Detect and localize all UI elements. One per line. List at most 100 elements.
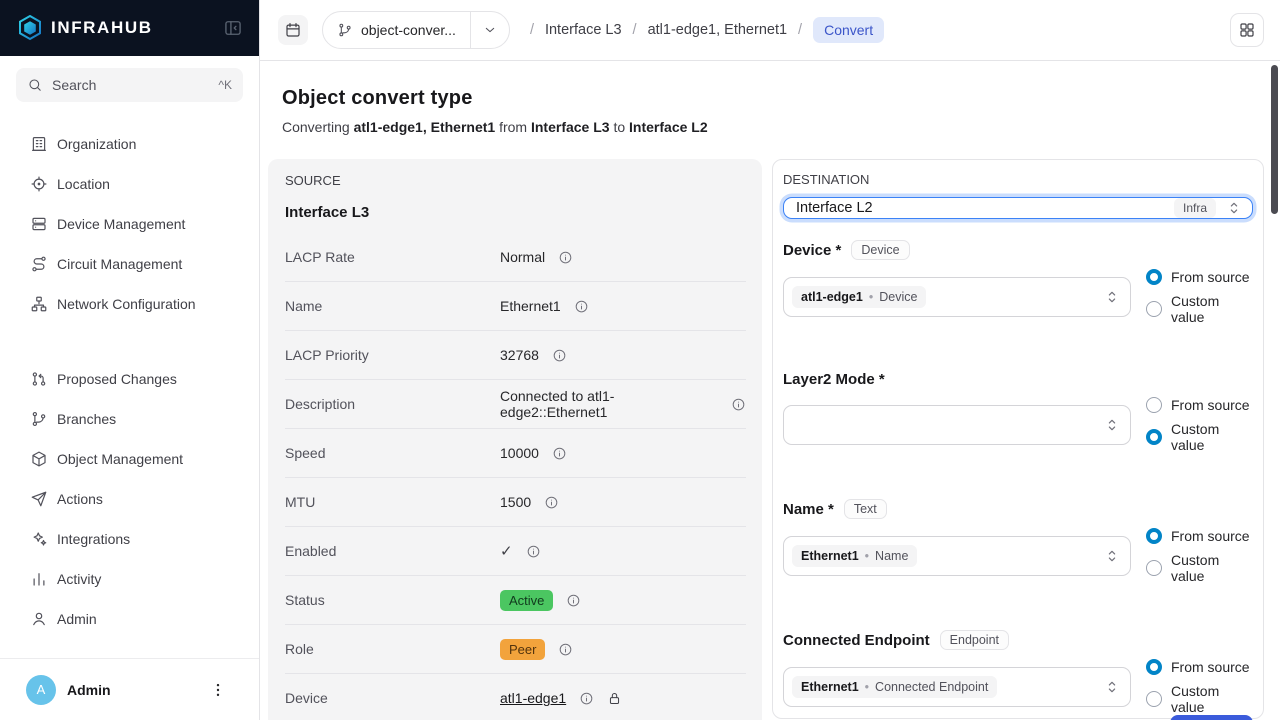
chevrons-up-down-icon <box>1103 288 1121 306</box>
sidebar-item-label: Circuit Management <box>57 256 182 272</box>
sidebar-item-device-management[interactable]: Device Management <box>0 204 259 244</box>
field-group-connected-endpoint: Connected Endpoint Endpoint Ethernet1 • … <box>783 630 1253 715</box>
convert-button[interactable]: Convert <box>1170 715 1253 720</box>
status-badge: Active <box>500 590 553 611</box>
row-label: Description <box>285 396 500 412</box>
sidebar-item-label: Branches <box>57 411 116 427</box>
sidebar-item-label: Object Management <box>57 451 183 467</box>
scrollbar[interactable] <box>1271 65 1278 214</box>
name-select[interactable]: Ethernet1 • Name <box>783 536 1131 576</box>
branch-dropdown-toggle[interactable] <box>471 22 509 38</box>
info-icon[interactable] <box>544 495 559 510</box>
panel-collapse-icon <box>223 18 243 38</box>
info-icon[interactable] <box>731 397 746 412</box>
breadcrumb-item-interface-l3[interactable]: Interface L3 <box>545 22 622 38</box>
source-row: Device atl1-edge1 <box>285 674 746 720</box>
sidebar-item-activity[interactable]: Activity <box>0 559 259 599</box>
collapse-sidebar-button[interactable] <box>223 18 243 38</box>
from-source-option[interactable]: From source <box>1146 659 1253 675</box>
custom-value-radio[interactable] <box>1146 560 1162 576</box>
info-icon[interactable] <box>566 593 581 608</box>
device-select[interactable]: atl1-edge1 • Device <box>783 277 1131 317</box>
source-row: Name Ethernet1 <box>285 282 746 331</box>
info-icon[interactable] <box>526 544 541 559</box>
chevrons-up-down-icon <box>1225 199 1243 217</box>
sidebar-item-actions[interactable]: Actions <box>0 479 259 519</box>
info-icon[interactable] <box>558 250 573 265</box>
chevrons-up-down-icon <box>1103 416 1121 434</box>
source-row: Role Peer <box>285 625 746 674</box>
breadcrumb-item-object[interactable]: atl1-edge1, Ethernet1 <box>648 22 787 38</box>
search-icon <box>27 77 43 93</box>
branch-selector[interactable]: object-conver... <box>322 11 510 49</box>
row-value: 32768 <box>500 347 539 363</box>
namespace-badge: Infra <box>1174 198 1216 218</box>
from-source-radio[interactable] <box>1146 269 1162 285</box>
custom-value-option[interactable]: Custom value <box>1146 293 1253 325</box>
info-icon[interactable] <box>552 348 567 363</box>
pull-request-icon <box>30 370 48 388</box>
field-label: Layer2 Mode * <box>783 371 885 388</box>
box-icon <box>30 450 48 468</box>
user-menu-button[interactable] <box>209 681 227 699</box>
sidebar-item-network-configuration[interactable]: Network Configuration <box>0 284 259 324</box>
sidebar-item-label: Actions <box>57 491 103 507</box>
from-source-radio[interactable] <box>1146 528 1162 544</box>
custom-value-option[interactable]: Custom value <box>1146 683 1253 715</box>
breadcrumb-separator: / <box>798 22 802 38</box>
from-source-option[interactable]: From source <box>1146 397 1253 413</box>
sidebar-item-admin[interactable]: Admin <box>0 599 259 639</box>
from-source-option[interactable]: From source <box>1146 269 1253 285</box>
device-link[interactable]: atl1-edge1 <box>500 690 566 706</box>
sidebar-nav: Organization Location Device Management … <box>0 124 259 639</box>
custom-value-radio[interactable] <box>1146 301 1162 317</box>
selected-value-pill: Ethernet1 • Name <box>792 545 917 567</box>
sidebar-item-organization[interactable]: Organization <box>0 124 259 164</box>
sidebar-item-label: Proposed Changes <box>57 371 177 387</box>
sidebar-item-proposed-changes[interactable]: Proposed Changes <box>0 359 259 399</box>
subtitle-source-type: Interface L3 <box>531 119 610 135</box>
info-icon[interactable] <box>574 299 589 314</box>
from-source-radio[interactable] <box>1146 659 1162 675</box>
paper-plane-icon <box>30 490 48 508</box>
custom-value-option[interactable]: Custom value <box>1146 421 1253 453</box>
custom-value-radio[interactable] <box>1146 691 1162 707</box>
sidebar-item-circuit-management[interactable]: Circuit Management <box>0 244 259 284</box>
subtitle-object: atl1-edge1, Ethernet1 <box>354 119 496 135</box>
sidebar-item-object-management[interactable]: Object Management <box>0 439 259 479</box>
custom-value-radio[interactable] <box>1146 429 1162 445</box>
location-icon <box>30 175 48 193</box>
breadcrumb-separator: / <box>633 22 637 38</box>
info-icon[interactable] <box>558 642 573 657</box>
source-heading: SOURCE <box>285 173 746 188</box>
network-icon <box>30 295 48 313</box>
user-icon <box>30 610 48 628</box>
source-panel: SOURCE Interface L3 LACP Rate Normal Nam… <box>268 159 762 720</box>
sparkles-icon <box>30 530 48 548</box>
connected-endpoint-select[interactable]: Ethernet1 • Connected Endpoint <box>783 667 1131 707</box>
from-source-radio[interactable] <box>1146 397 1162 413</box>
layer2-mode-select[interactable] <box>783 405 1131 445</box>
kind-badge: Endpoint <box>940 630 1009 650</box>
sidebar-item-location[interactable]: Location <box>0 164 259 204</box>
field-group-layer2-mode: Layer2 Mode * From source <box>783 371 1253 453</box>
search-label: Search <box>52 77 96 93</box>
sidebar-item-branches[interactable]: Branches <box>0 399 259 439</box>
subtitle-target-type: Interface L2 <box>629 119 708 135</box>
destination-type-select[interactable]: Interface L2 Infra <box>783 197 1253 219</box>
sidebar-item-label: Network Configuration <box>57 296 196 312</box>
destination-heading: DESTINATION <box>783 172 1253 187</box>
info-icon[interactable] <box>552 446 567 461</box>
breadcrumb-current-convert[interactable]: Convert <box>813 17 884 43</box>
sidebar-item-integrations[interactable]: Integrations <box>0 519 259 559</box>
from-source-option[interactable]: From source <box>1146 528 1253 544</box>
apps-menu-button[interactable] <box>1230 13 1264 47</box>
date-picker-button[interactable] <box>278 15 308 45</box>
sidebar-item-label: Device Management <box>57 216 185 232</box>
custom-value-option[interactable]: Custom value <box>1146 552 1253 584</box>
row-value: Normal <box>500 249 545 265</box>
row-label: LACP Priority <box>285 347 500 363</box>
info-icon[interactable] <box>579 691 594 706</box>
row-label: Name <box>285 298 500 314</box>
search-input[interactable]: Search ^K <box>16 68 243 102</box>
